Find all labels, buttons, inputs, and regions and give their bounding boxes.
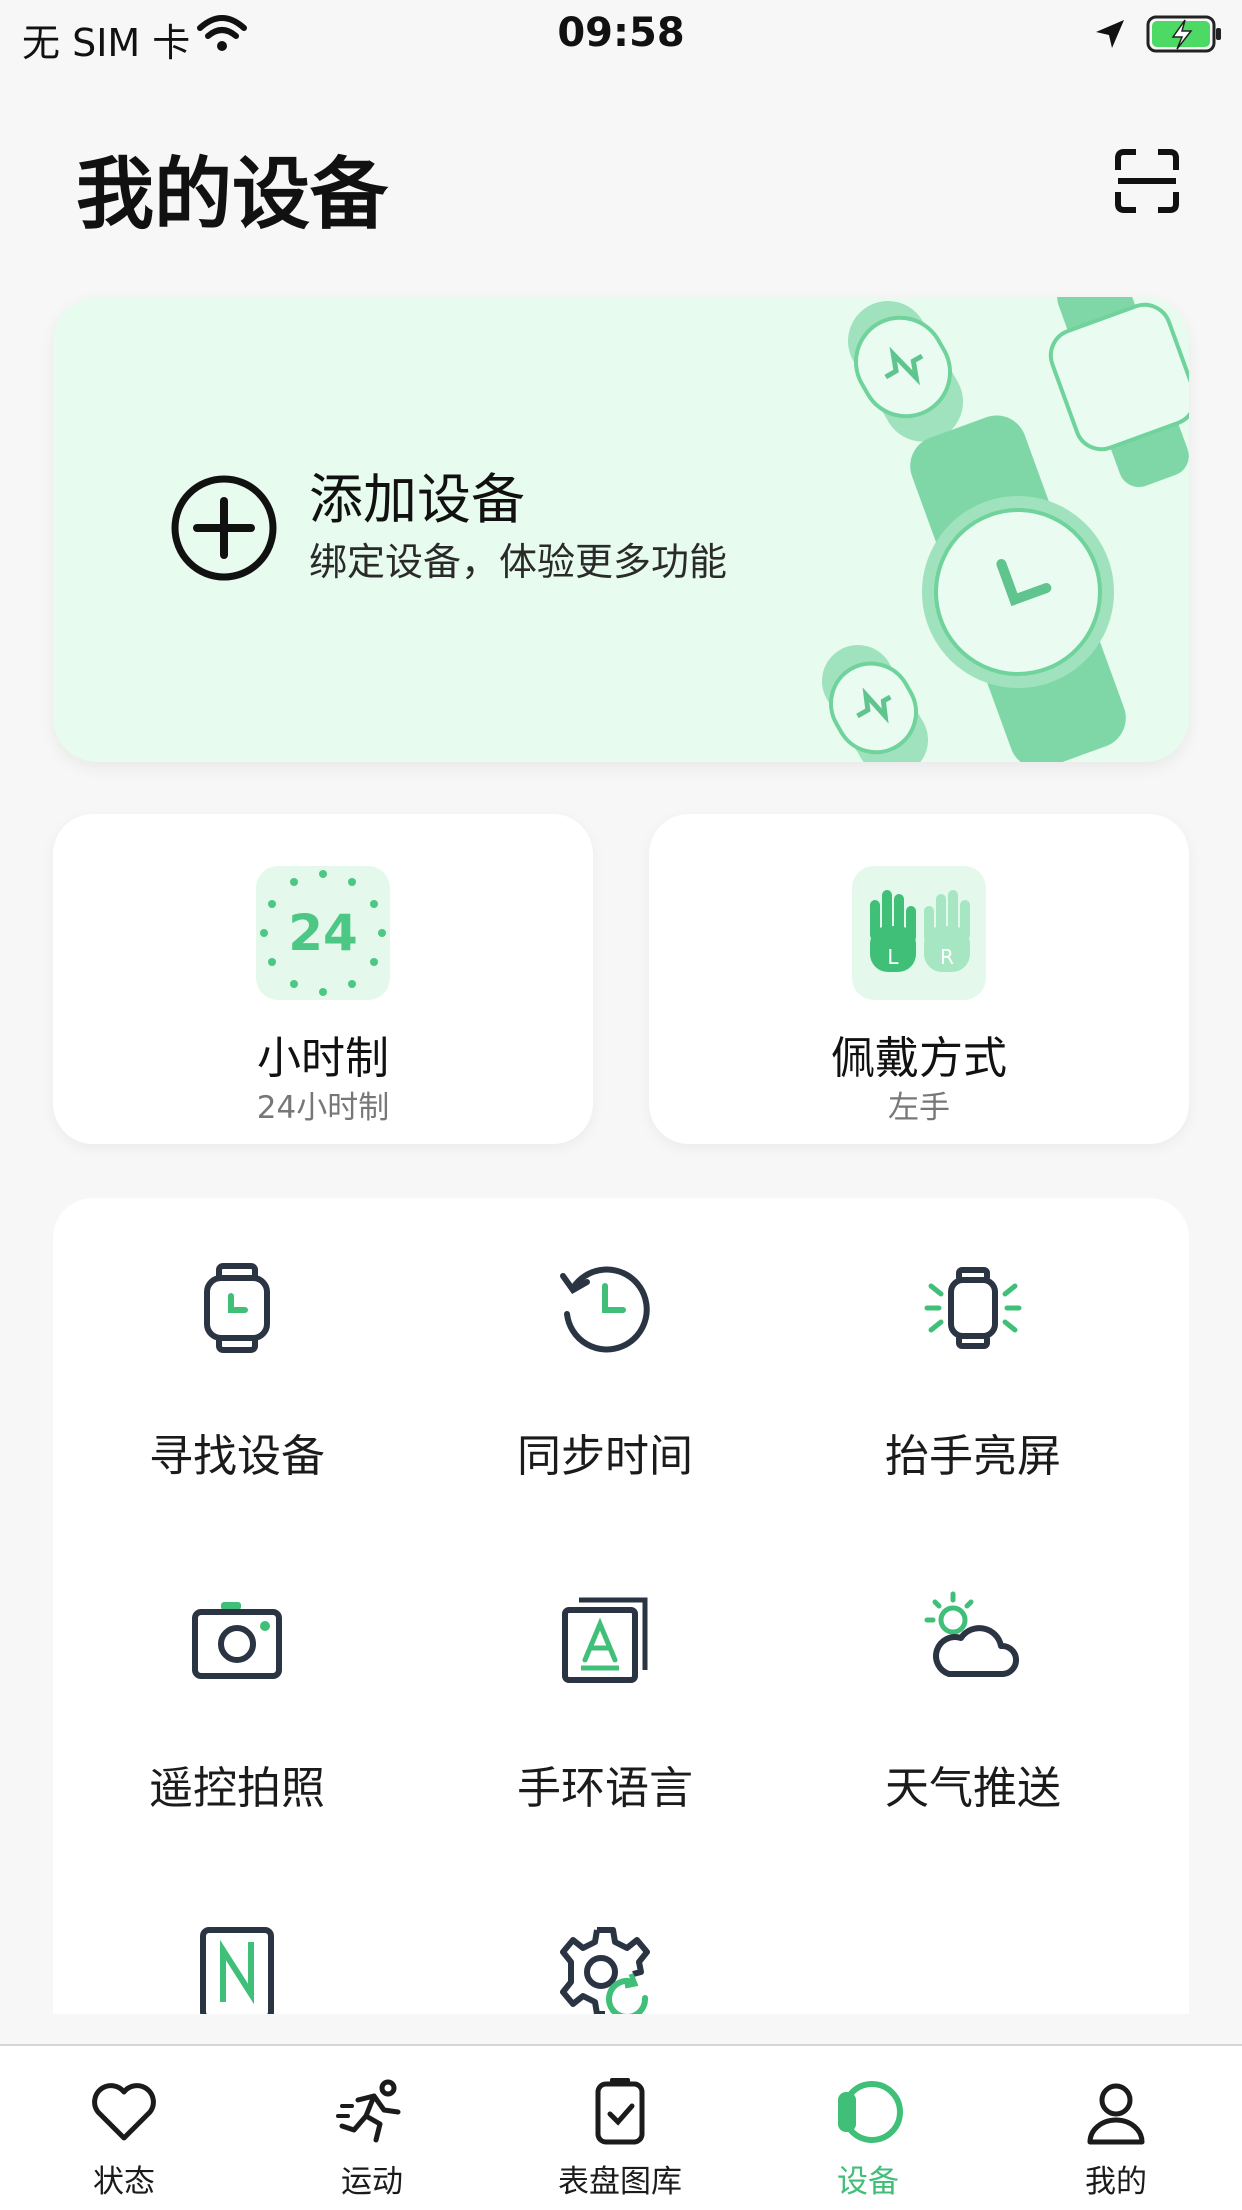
- 24-hour-icon: 24: [256, 866, 390, 1000]
- weather-push-item[interactable]: 天气推送: [789, 1530, 1157, 1850]
- raise-to-wake-item[interactable]: 抬手亮屏: [789, 1198, 1157, 1518]
- status-time: 09:58: [557, 10, 685, 56]
- language-icon: [562, 1597, 648, 1683]
- plus-circle-icon: [171, 475, 277, 581]
- watch-face-icon: [595, 2078, 645, 2145]
- tab-status-label: 状态: [93, 2164, 155, 2200]
- feature-grid: 寻找设备 同步时间 抬手亮屏 遥控拍照 手环语言 天气推送: [53, 1198, 1189, 2014]
- weather-icon: [924, 1591, 1020, 1677]
- camera-icon: [192, 1602, 282, 1679]
- hour-format-card[interactable]: 24 小时制 24小时制: [53, 814, 593, 1144]
- band-language-label: 手环语言: [517, 1763, 693, 1814]
- add-device-card[interactable]: 添加设备 绑定设备，体验更多功能: [53, 297, 1189, 762]
- tab-sport[interactable]: 运动: [248, 2046, 496, 2210]
- wear-hand-title: 佩戴方式: [831, 1033, 1007, 1084]
- profile-icon: [1087, 2083, 1145, 2145]
- tab-watch-faces[interactable]: 表盘图库: [496, 2046, 744, 2210]
- nfc-item[interactable]: [53, 1862, 421, 2014]
- scan-icon[interactable]: [1114, 148, 1180, 214]
- tab-profile-label: 我的: [1085, 2164, 1147, 2200]
- add-device-subtitle: 绑定设备，体验更多功能: [309, 540, 728, 584]
- remote-camera-label: 遥控拍照: [149, 1763, 325, 1814]
- nfc-icon: [200, 1927, 274, 2014]
- location-arrow-icon: [1096, 20, 1124, 48]
- battery-charging-icon: [1146, 15, 1221, 53]
- hands-lr-icon: L R: [852, 866, 986, 1000]
- find-device-item[interactable]: 寻找设备: [53, 1198, 421, 1518]
- band-language-item[interactable]: 手环语言: [421, 1530, 789, 1850]
- heart-icon: [92, 2083, 156, 2141]
- hour-format-value: 24小时制: [256, 1090, 390, 1126]
- sync-time-item[interactable]: 同步时间: [421, 1198, 789, 1518]
- add-device-title: 添加设备: [309, 468, 525, 531]
- tab-device-label: 设备: [837, 2164, 899, 2200]
- watch-icon: [204, 1263, 270, 1353]
- 24-hour-icon-text: 24: [288, 904, 358, 962]
- wear-hand-card[interactable]: L R 佩戴方式 左手: [649, 814, 1189, 1144]
- weather-push-label: 天气推送: [885, 1763, 1061, 1814]
- find-device-label: 寻找设备: [149, 1431, 325, 1482]
- wear-hand-value: 左手: [888, 1090, 950, 1126]
- watch-shine-icon: [924, 1267, 1022, 1349]
- tab-bar: 状态 运动 表盘图库 设备 我的: [0, 2044, 1242, 2210]
- tab-status[interactable]: 状态: [0, 2046, 248, 2210]
- left-hand-letter: L: [887, 945, 899, 969]
- hour-format-title: 小时制: [257, 1033, 389, 1084]
- watch-illustration-icon: [822, 297, 1189, 762]
- tab-device[interactable]: 设备: [744, 2046, 992, 2210]
- clock-sync-icon: [560, 1266, 650, 1353]
- right-hand-letter: R: [940, 945, 954, 969]
- tab-sport-label: 运动: [341, 2164, 403, 2200]
- tab-watch-faces-label: 表盘图库: [558, 2164, 682, 2200]
- reset-settings-item[interactable]: [421, 1862, 789, 2014]
- device-icon: [838, 2081, 903, 2143]
- raise-to-wake-label: 抬手亮屏: [885, 1431, 1061, 1482]
- remote-camera-item[interactable]: 遥控拍照: [53, 1530, 421, 1850]
- tab-profile[interactable]: 我的: [992, 2046, 1240, 2210]
- sync-time-label: 同步时间: [517, 1431, 693, 1482]
- running-icon: [336, 2079, 401, 2143]
- page-title: 我的设备: [76, 150, 389, 240]
- settings-reset-icon: [560, 1927, 650, 2014]
